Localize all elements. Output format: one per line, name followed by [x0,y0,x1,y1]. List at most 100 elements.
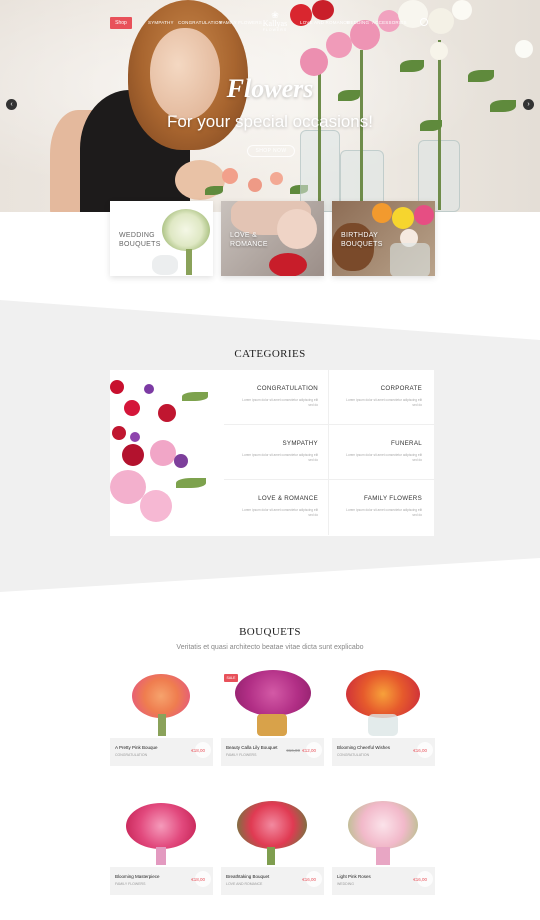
product-price: €18,00 [191,877,205,882]
category-description: Lorem ipsum dolor sit amet consectetur a… [242,508,318,517]
shop-button[interactable]: Shop [110,17,132,29]
bouquet-stem [158,714,166,736]
bouquet-ribbon [376,847,390,865]
product-price: €12,00 [302,748,316,753]
product-info: Blooming Cheerful Wishes CONGRATULATION … [332,738,435,766]
product-name[interactable]: Blooming Masterpiece [115,874,160,879]
logo-subtitle: FLOWERS [262,28,288,32]
product-price: €16,00 [302,877,316,882]
categories-grid: CONGRATULATION Lorem ipsum dolor sit ame… [224,370,434,536]
product-price: €16,00 [413,877,427,882]
category-flower [112,426,126,440]
bouquet-flowers [235,670,311,716]
product-info: Beauty Calla Lily Bouquet FAMILY FLOWERS… [221,738,324,766]
product-category: CONGRATULATION [337,753,370,757]
wedding-bouquet-image [162,209,210,251]
top-navigation: Shop SYMPATHY CONGRATULATION FAMILY FLOW… [0,0,540,44]
category-description: Lorem ipsum dolor sit amet consectetur a… [346,398,422,407]
product-info: Light Pink Roses WEDDING €16,00 [332,867,435,895]
product-name[interactable]: Light Pink Roses [337,874,371,879]
category-title: SYMPATHY [282,440,318,447]
bouquet-flowers [237,801,307,849]
product-name[interactable]: Breathtaking Bouquet [226,874,269,879]
bouquet-vase [257,714,287,736]
bouquet-flowers [132,674,190,718]
category-description: Lorem ipsum dolor sit amet consectetur a… [346,453,422,462]
hero-rose [270,172,283,185]
bouquet-stem [156,847,166,865]
category-leaf [176,478,206,488]
category-lily [140,490,172,522]
product-image [110,795,213,867]
product-info: Breathtaking Bouquet LOVE AND ROMANCE €1… [221,867,324,895]
bouquet-flowers [126,803,196,849]
product-image: SALE [221,666,324,738]
category-flower [124,400,140,416]
category-leaf [182,392,208,401]
product-image [332,795,435,867]
category-description: Lorem ipsum dolor sit amet consectetur a… [346,508,422,517]
slider-prev-icon[interactable]: ‹ [6,99,17,110]
category-flower [122,444,144,466]
category-flower [158,404,176,422]
product-name[interactable]: Blooming Cheerful Wishes [337,745,390,750]
site-logo[interactable]: ❀ Kallyas FLOWERS [258,10,292,33]
hero-slider: Shop SYMPATHY CONGRATULATION FAMILY FLOW… [0,0,540,212]
hero-subtitle: For your special occasions! [167,112,373,131]
product-category: LOVE AND ROMANCE [226,882,263,886]
hero-rose [430,42,448,60]
wedding-shoe-image [152,255,178,275]
category-title: LOVE & ROMANCE [258,495,318,502]
category-flower [144,384,154,394]
feature-label: LOVE & ROMANCE [230,232,268,248]
category-funeral[interactable]: FUNERAL Lorem ipsum dolor sit amet conse… [329,425,434,480]
product-category: CONGRATULATION [115,753,148,757]
categories-title: CATEGORIES [234,348,306,360]
category-family-flowers[interactable]: FAMILY FLOWERS Lorem ipsum dolor sit ame… [329,480,434,535]
product-image [221,795,324,867]
nav-item-family-flowers[interactable]: FAMILY FLOWERS [220,20,262,25]
birthday-vase-image [390,243,430,276]
nav-item-love-romance[interactable]: LOVE AND ROMANCE [300,20,350,25]
hero-rose [248,178,262,192]
couple-face-image [277,209,317,249]
category-corporate[interactable]: CORPORATE Lorem ipsum dolor sit amet con… [329,370,434,425]
hero-rose [222,168,238,184]
product-category: WEDDING [337,882,354,886]
birthday-flower-image [414,205,434,225]
nav-item-congratulation[interactable]: CONGRATULATION [178,20,222,25]
category-title: FUNERAL [391,440,422,447]
category-flower [174,454,188,468]
category-sympathy[interactable]: SYMPATHY Lorem ipsum dolor sit amet cons… [224,425,329,480]
product-name[interactable]: A Pretty Pink Bouque [115,745,158,750]
slider-next-icon[interactable]: › [523,99,534,110]
hero-title: Flowers [226,74,314,103]
category-description: Lorem ipsum dolor sit amet consectetur a… [242,453,318,462]
categories-image [110,370,224,536]
category-lily [150,440,176,466]
category-title: CONGRATULATION [256,385,318,392]
product-name[interactable]: Beauty Calla Lily Bouquet [226,745,278,750]
logo-name: Kallyas [262,19,288,28]
cart-icon[interactable] [420,18,428,26]
feature-love-romance[interactable]: LOVE & ROMANCE [221,201,324,276]
bouquet-vase [368,714,398,736]
product-image [332,666,435,738]
product-category: FAMILY FLOWERS [226,753,257,757]
nav-item-accessories[interactable]: ACCESSORIES [372,20,407,25]
hero-leaf [400,60,424,72]
product-image [110,666,213,738]
category-flower [110,380,124,394]
category-description: Lorem ipsum dolor sit amet consectetur a… [242,398,318,407]
product-price: €16,00 [413,748,427,753]
feature-birthday-bouquets[interactable]: BIRTHDAY BOUQUETS [332,201,435,276]
product-old-price: €16,00 [286,748,300,753]
nav-item-sympathy[interactable]: SYMPATHY [148,20,174,25]
category-flower [130,432,140,442]
category-congratulation[interactable]: CONGRATULATION Lorem ipsum dolor sit ame… [224,370,329,425]
category-love-romance[interactable]: LOVE & ROMANCE Lorem ipsum dolor sit ame… [224,480,329,535]
shop-now-button[interactable]: SHOP NOW [247,145,295,157]
category-title: CORPORATE [380,385,422,392]
feature-wedding-bouquets[interactable]: WEDDING BOUQUETS [110,201,213,276]
nav-item-wedding[interactable]: WEDDING [346,20,369,25]
